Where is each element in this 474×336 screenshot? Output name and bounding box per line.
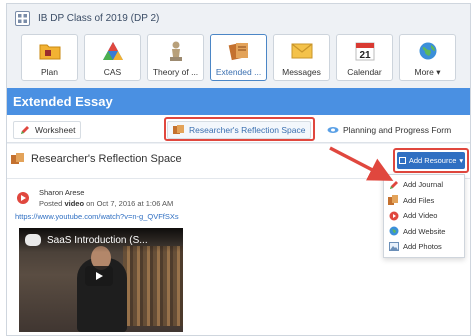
- video-post-icon: [17, 192, 29, 204]
- add-resource-label: Add Resource: [408, 156, 457, 165]
- tile-more[interactable]: More ▾: [399, 34, 456, 81]
- app-frame: IB DP Class of 2019 (DP 2) Plan CAS Theo…: [6, 3, 471, 336]
- tile-label: Messages: [282, 67, 321, 77]
- calendar-icon: 21: [353, 40, 377, 62]
- tile-label: Plan: [40, 67, 58, 77]
- tile-extended-essay[interactable]: Extended ...: [210, 34, 267, 81]
- tile-plan[interactable]: Plan: [21, 34, 78, 81]
- post-meta-type: video: [64, 199, 85, 208]
- menu-item-label: Add Photos: [403, 242, 442, 252]
- photos-icon: [388, 242, 399, 252]
- menu-item-add-website[interactable]: Add Website: [384, 224, 464, 240]
- envelope-icon: [290, 40, 314, 62]
- class-header: IB DP Class of 2019 (DP 2): [7, 4, 470, 32]
- page-title: Extended Essay: [13, 94, 113, 109]
- more-label: More: [414, 67, 434, 77]
- website-icon: [388, 226, 399, 236]
- files-icon: [388, 195, 399, 206]
- section-header: Researcher's Reflection Space: [11, 153, 182, 165]
- add-resource-menu: Add Journal Add Files Add Video Add Webs…: [383, 174, 465, 258]
- folder-icon: [38, 40, 62, 62]
- tile-label: More ▾: [414, 67, 440, 78]
- tab-highlight: [164, 117, 315, 141]
- globe-icon: [416, 40, 440, 62]
- post-author[interactable]: Sharon Arese: [39, 188, 84, 197]
- channel-logo-icon: [25, 234, 41, 246]
- post-video-link[interactable]: https://www.youtube.com/watch?v=n-g_QVFf…: [15, 212, 179, 221]
- menu-item-add-journal[interactable]: Add Journal: [384, 177, 464, 193]
- menu-item-add-video[interactable]: Add Video: [384, 208, 464, 224]
- menu-item-label: Add Journal: [403, 180, 444, 190]
- menu-item-label: Add Files: [403, 195, 435, 205]
- reflection-icon: [11, 153, 25, 165]
- thinker-icon: [164, 40, 188, 62]
- post-meta: Posted video on Oct 7, 2016 at 1:06 AM: [39, 199, 173, 208]
- journal-icon: [388, 180, 399, 190]
- add-resource-icon: [398, 157, 406, 164]
- extended-essay-icon: [227, 40, 251, 62]
- video-title-bar: SaaS Introduction (S...: [19, 228, 183, 252]
- video-title[interactable]: SaaS Introduction (S...: [47, 235, 148, 246]
- post-meta-prefix: Posted: [39, 199, 63, 208]
- menu-item-add-photos[interactable]: Add Photos: [384, 239, 464, 255]
- worksheet-icon: [19, 125, 31, 135]
- tile-cas[interactable]: CAS: [84, 34, 141, 81]
- tab-label: Planning and Progress Form: [343, 125, 452, 135]
- nav-tiles: Plan CAS Theory of ... Extended ... Mess…: [21, 34, 456, 81]
- class-title[interactable]: IB DP Class of 2019 (DP 2): [38, 13, 159, 24]
- video-bookshelf: [123, 246, 183, 326]
- menu-item-label: Add Website: [403, 226, 446, 236]
- tab-worksheet[interactable]: Worksheet: [13, 121, 82, 139]
- menu-item-add-files[interactable]: Add Files: [384, 193, 464, 209]
- chevron-down-icon: ▾: [436, 67, 441, 77]
- play-icon[interactable]: [85, 266, 113, 286]
- chevron-down-icon: ▾: [459, 156, 464, 165]
- planning-icon: [327, 125, 339, 135]
- cas-triangle-icon: [101, 40, 125, 62]
- page-banner: Extended Essay: [7, 88, 470, 115]
- menu-item-label: Add Video: [403, 211, 438, 221]
- post-meta-date: on Oct 7, 2016 at 1:06 AM: [86, 199, 174, 208]
- add-resource-button[interactable]: Add Resource ▾: [397, 152, 465, 169]
- tab-planning-and-progress-form[interactable]: Planning and Progress Form: [321, 121, 458, 139]
- tile-theory-of-knowledge[interactable]: Theory of ...: [147, 34, 204, 81]
- tile-label: Extended ...: [215, 67, 262, 77]
- tile-calendar[interactable]: 21 Calendar: [336, 34, 393, 81]
- content-panel: Researcher's Reflection Space Add Resour…: [7, 144, 470, 335]
- tile-label: CAS: [103, 67, 122, 77]
- video-player[interactable]: SaaS Introduction (S...: [19, 228, 183, 332]
- video-icon: [388, 211, 399, 221]
- grid-menu-icon[interactable]: [15, 10, 30, 26]
- section-title: Researcher's Reflection Space: [31, 153, 182, 165]
- tab-label: Worksheet: [35, 125, 76, 135]
- calendar-day: 21: [359, 50, 371, 61]
- tile-label: Theory of ...: [152, 67, 199, 77]
- tile-messages[interactable]: Messages: [273, 34, 330, 81]
- tile-label: Calendar: [347, 67, 382, 77]
